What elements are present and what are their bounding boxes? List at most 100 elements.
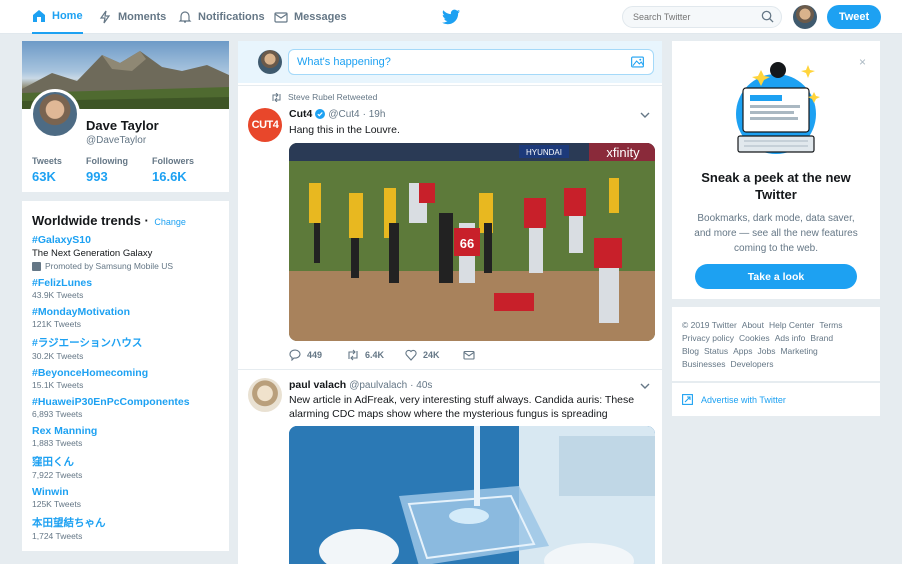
promoted-icon [32,261,41,271]
trend-item[interactable]: #HuaweiP30EnPcComponentes 6,893 Tweets [32,396,219,419]
profile-card: Dave Taylor @DaveTaylor Tweets 63K Follo… [22,41,229,192]
tweet-timestamp[interactable]: · 40s [410,380,432,391]
nav-notifications[interactable]: Notifications [178,0,265,34]
twitter-bird-icon[interactable] [442,9,460,25]
profile-avatar[interactable] [30,89,80,139]
stat-label: Tweets [32,156,62,166]
trend-name: Winwin [32,486,69,498]
footer-link[interactable]: Status [704,346,728,356]
trend-count: 125K Tweets [32,499,81,509]
trend-item[interactable]: #FelizLunes 43.9K Tweets [32,277,219,300]
stat-following[interactable]: Following 993 [86,156,128,184]
retweet-count: 6.4K [365,350,385,360]
tweet-header: paul valach @paulvalach · 40s [289,379,432,391]
search-icon[interactable] [761,10,774,23]
composer-avatar [258,50,282,74]
tweet-timestamp[interactable]: · 19h [363,109,386,120]
trend-name: 本田望結ちゃん [32,517,106,529]
search-input[interactable] [622,6,782,28]
tweet-avatar[interactable] [248,378,282,412]
trends-card: Worldwide trends · Change #GalaxyS10 The… [22,201,229,551]
trend-count: 15.1K Tweets [32,380,84,390]
trend-item[interactable]: #ラジエーションハウス 30.2K Tweets [32,335,219,361]
footer-link[interactable]: Apps [733,346,752,356]
trend-item-promoted[interactable]: #GalaxyS10 The Next Generation Galaxy Pr… [32,234,219,271]
reply-button[interactable]: 449 [289,349,347,361]
footer-link[interactable]: Terms [819,320,842,330]
change-trends-link[interactable]: Change [154,217,186,227]
footer-link[interactable]: Cookies [739,333,770,343]
footer-link[interactable]: About [742,320,764,330]
direct-message-button[interactable] [463,349,521,361]
trends-title-text: Worldwide trends [32,213,141,228]
baseball-brawl-image: HYUNDAI xfinity 66 [289,143,655,341]
trend-item[interactable]: #BeyonceHomecoming 15.1K Tweets [32,367,219,390]
trend-count: 121K Tweets [32,319,81,329]
trend-count: 43.9K Tweets [32,290,84,300]
external-link-icon [682,394,693,405]
tweet-media-image[interactable]: HYUNDAI xfinity 66 [289,143,655,341]
image-upload-icon[interactable] [631,56,644,68]
compose-tweet-input[interactable]: What's happening? [288,49,654,75]
footer-link[interactable]: Jobs [758,346,776,356]
nav-messages-label: Messages [294,11,347,23]
footer-link[interactable]: © 2019 Twitter [682,320,737,330]
trend-item[interactable]: Winwin 125K Tweets [32,486,219,509]
account-avatar[interactable] [793,5,817,29]
profile-handle[interactable]: @DaveTaylor [86,135,146,146]
like-button[interactable]: 24K [405,349,463,361]
profile-name[interactable]: Dave Taylor [86,118,159,133]
footer-link[interactable]: Developers [730,359,773,369]
tweet-media-image[interactable] [289,426,655,564]
trend-item[interactable]: Rex Manning 1,883 Tweets [32,425,219,448]
envelope-icon [463,350,475,360]
trend-description: The Next Generation Galaxy [32,248,153,259]
tweet-author-name[interactable]: paul valach [289,379,346,391]
retweet-button[interactable]: 6.4K [347,349,405,361]
trend-count: 1,883 Tweets [32,438,83,448]
footer-link[interactable]: Ads info [775,333,806,343]
footer-link[interactable]: Marketing [780,346,817,356]
trend-item[interactable]: 本田望結ちゃん 1,724 Tweets [32,515,219,541]
tweet-author-name[interactable]: Cut4 [289,108,312,120]
tweet-header: Cut4 @Cut4 · 19h [289,108,385,120]
new-twitter-illustration [736,62,820,154]
tweet-author-handle[interactable]: @paulvalach [349,380,407,391]
envelope-icon [274,12,288,23]
take-a-look-button[interactable]: Take a look [695,264,857,289]
footer-link[interactable]: Privacy policy [682,333,734,343]
footer-link[interactable]: Help Center [769,320,814,330]
trend-count: 1,724 Tweets [32,531,83,541]
trends-title: Worldwide trends · Change [32,213,186,228]
trend-name: #GalaxyS10 [32,234,91,246]
chevron-down-icon[interactable] [640,112,650,119]
trend-name: #BeyonceHomecoming [32,367,149,379]
retweeted-by-text[interactable]: Steve Rubel Retweeted [288,92,377,102]
stat-followers[interactable]: Followers 16.6K [152,156,194,184]
tweet-author-handle[interactable]: @Cut4 [328,109,359,120]
footer-links: © 2019 Twitter About Help Center Terms Priv… [672,307,880,381]
sneak-peek-card: × Sneak a peek at the new Twitter Bookma… [672,41,880,299]
advertise-link[interactable]: Advertise with Twitter [672,383,880,416]
nav-moments[interactable]: Moments [98,0,166,34]
tweet-item[interactable]: paul valach @paulvalach · 40s New articl… [238,369,662,564]
chevron-down-icon[interactable] [640,383,650,390]
xfinity-banner-text: xfinity [606,145,640,160]
stat-tweets[interactable]: Tweets 63K [32,156,62,184]
top-navigation-bar: Home Moments Notifications Messages Twee… [0,0,902,34]
like-count: 24K [423,350,440,360]
footer-link[interactable]: Blog [682,346,699,356]
tweet-item[interactable]: Steve Rubel Retweeted CUT4 Cut4 @Cut4 · … [238,85,662,367]
tweet-button[interactable]: Tweet [827,5,881,29]
trend-count: 30.2K Tweets [32,351,84,361]
footer-link[interactable]: Businesses [682,359,725,369]
tweet-text: Hang this in the Louvre. [289,124,400,136]
close-icon[interactable]: × [859,55,866,69]
hyundai-banner-text: HYUNDAI [526,148,562,157]
nav-messages[interactable]: Messages [274,0,347,34]
nav-home[interactable]: Home [32,0,83,34]
tweet-avatar[interactable]: CUT4 [248,108,282,142]
trend-item[interactable]: #MondayMotivation 121K Tweets [32,306,219,329]
footer-link[interactable]: Brand [810,333,833,343]
trend-item[interactable]: 窪田くん 7,922 Tweets [32,454,219,480]
